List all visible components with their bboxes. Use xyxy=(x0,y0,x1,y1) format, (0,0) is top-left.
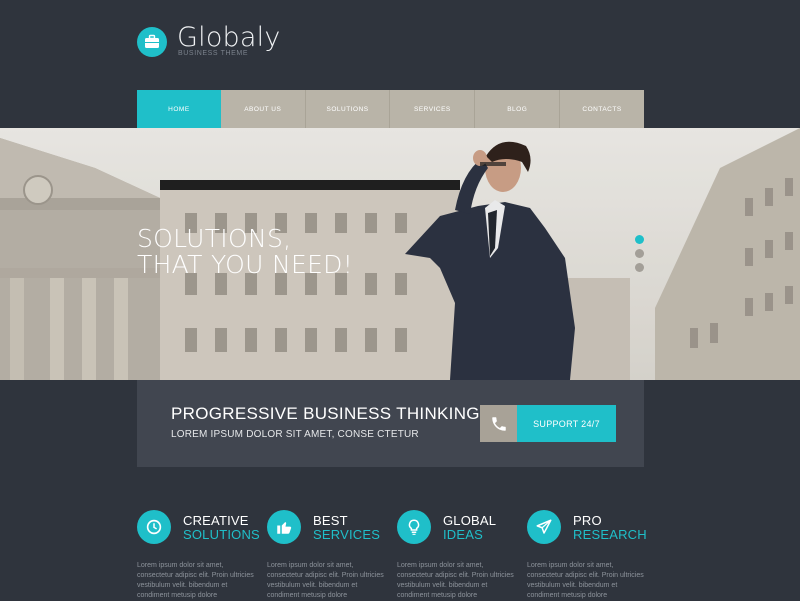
promo-band: PROGRESSIVE BUSINESS THINKING LOREM IPSU… xyxy=(137,380,644,467)
feature-title: CREATIVE xyxy=(183,513,249,528)
feature-title: BEST xyxy=(313,513,348,528)
hero-image xyxy=(0,128,800,380)
logo-subtitle: BUSINESS THEME xyxy=(178,50,249,57)
feature-subtitle: RESEARCH xyxy=(573,527,647,542)
nav-item-services[interactable]: SERVICES xyxy=(390,90,476,128)
feature-text: Lorem ipsum dolor sit amet, consectetur … xyxy=(527,562,644,599)
feature-subtitle: IDEAS xyxy=(443,527,484,542)
feature-title: GLOBAL xyxy=(443,513,497,528)
main-nav: HOME ABOUT US SOLUTIONS SERVICES BLOG CO… xyxy=(137,90,644,128)
feature-subtitle: SOLUTIONS xyxy=(183,527,260,542)
logo-title[interactable]: Globaly xyxy=(177,22,281,53)
feature-text: Lorem ipsum dolor sit amet, consectetur … xyxy=(397,562,514,599)
hero-slider: SOLUTIONS, THAT YOU NEED! xyxy=(0,128,800,380)
thumbs-up-icon xyxy=(267,510,301,544)
paper-plane-icon xyxy=(527,510,561,544)
nav-item-blog[interactable]: BLOG xyxy=(475,90,561,128)
feature-subtitle: SERVICES xyxy=(313,527,381,542)
briefcase-icon xyxy=(145,34,159,48)
feature-text: Lorem ipsum dolor sit amet, consectetur … xyxy=(137,562,254,599)
slider-dot-3[interactable] xyxy=(635,263,644,272)
support-label: SUPPORT 24/7 xyxy=(517,405,616,442)
lightbulb-icon xyxy=(397,510,431,544)
hero-title: SOLUTIONS, THAT YOU NEED! xyxy=(137,226,353,278)
nav-item-contacts[interactable]: CONTACTS xyxy=(560,90,644,128)
hero-title-line1: SOLUTIONS, xyxy=(137,224,292,253)
slider-dot-1[interactable] xyxy=(635,235,644,244)
clock-icon xyxy=(137,510,171,544)
feature-text: Lorem ipsum dolor sit amet, consectetur … xyxy=(267,562,384,599)
support-button[interactable]: SUPPORT 24/7 xyxy=(480,405,616,442)
nav-item-home[interactable]: HOME xyxy=(137,90,221,128)
phone-icon xyxy=(480,405,517,442)
nav-item-about-us[interactable]: ABOUT US xyxy=(221,90,306,128)
nav-item-solutions[interactable]: SOLUTIONS xyxy=(306,90,391,128)
band-title: PROGRESSIVE BUSINESS THINKING xyxy=(171,404,480,423)
band-subtitle: LOREM IPSUM DOLOR SIT AMET, CONSE CTETUR xyxy=(171,429,419,440)
slider-dot-2[interactable] xyxy=(635,249,644,258)
feature-title: PRO xyxy=(573,513,602,528)
hero-title-line2: THAT YOU NEED! xyxy=(137,250,354,279)
logo-badge[interactable] xyxy=(137,27,167,57)
